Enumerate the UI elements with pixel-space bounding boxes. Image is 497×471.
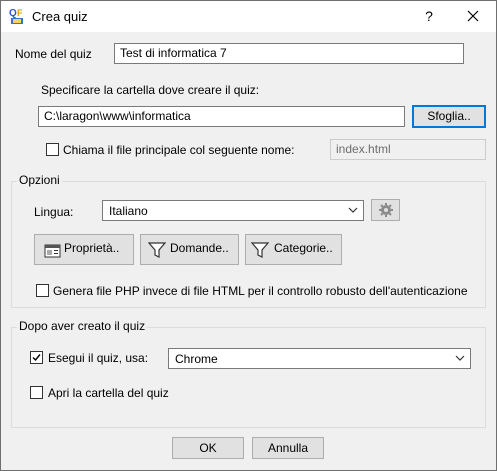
properties-button[interactable]: Proprietà..: [34, 234, 134, 265]
questions-label: Domande..: [170, 241, 229, 255]
browse-button[interactable]: Sfoglia..: [412, 105, 486, 128]
browser-value: Chrome: [175, 352, 218, 366]
chevron-down-icon: [455, 355, 465, 361]
after-creation-group-title: Dopo aver creato il quiz: [17, 319, 148, 333]
filter-icon: [251, 242, 269, 258]
language-select[interactable]: Italiano: [102, 200, 364, 221]
language-label: Lingua:: [34, 205, 74, 219]
main-file-checkbox[interactable]: [46, 143, 59, 156]
language-settings-button[interactable]: [371, 199, 400, 221]
run-quiz-label: Esegui il quiz, usa:: [48, 351, 149, 365]
gear-icon: [378, 203, 393, 217]
open-folder-label: Apri la cartella del quiz: [48, 386, 169, 400]
after-creation-group: [11, 327, 486, 428]
qf-app-icon: Q F: [9, 7, 25, 25]
categories-label: Categorie..: [274, 241, 333, 255]
title-bar: Q F Crea quiz ?: [1, 1, 496, 32]
php-label: Genera file PHP invece di file HTML per …: [53, 284, 468, 298]
php-checkbox[interactable]: [36, 284, 49, 297]
help-button[interactable]: ?: [417, 6, 441, 26]
svg-text:Q: Q: [9, 8, 17, 19]
quiz-name-input[interactable]: Test di informatica 7: [114, 43, 464, 64]
chevron-down-icon: [348, 207, 358, 213]
run-quiz-checkbox[interactable]: [30, 351, 43, 364]
options-group-title: Opzioni: [17, 173, 62, 187]
open-folder-checkbox[interactable]: [30, 386, 43, 399]
window-title: Crea quiz: [32, 9, 88, 24]
folder-path-input[interactable]: C:\laragon\www\informatica: [38, 106, 405, 127]
close-icon: [467, 10, 479, 22]
main-file-name-input[interactable]: index.html: [330, 139, 486, 160]
close-button[interactable]: [459, 6, 487, 26]
properties-icon: [44, 244, 61, 258]
filter-icon: [148, 242, 166, 258]
svg-text:F: F: [17, 8, 23, 18]
cancel-button[interactable]: Annulla: [252, 437, 324, 459]
folder-instruction: Specificare la cartella dove creare il q…: [41, 83, 260, 97]
quiz-name-label: Nome del quiz: [15, 47, 92, 61]
crea-quiz-dialog: Q F Crea quiz ? Nome del quiz Test di in…: [0, 0, 497, 471]
browser-select[interactable]: Chrome: [168, 348, 471, 369]
categories-button[interactable]: Categorie..: [245, 234, 342, 265]
checkmark-icon: [32, 354, 41, 362]
language-value: Italiano: [109, 204, 148, 218]
main-file-label: Chiama il file principale col seguente n…: [63, 143, 295, 157]
questions-button[interactable]: Domande..: [140, 234, 239, 265]
properties-label: Proprietà..: [64, 241, 120, 255]
ok-button[interactable]: OK: [172, 437, 244, 459]
